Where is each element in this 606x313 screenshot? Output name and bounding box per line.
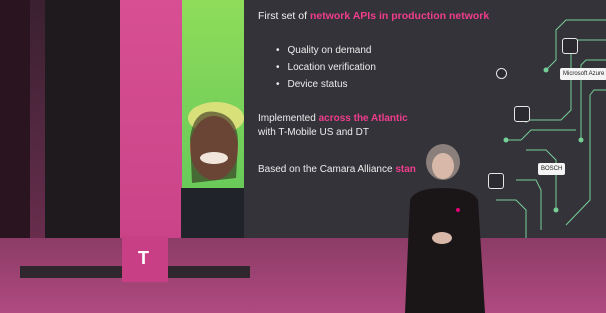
partner-label-bosch: BOSCH <box>538 163 566 175</box>
feature-item: Device status <box>276 76 376 93</box>
based-prefix: Based on the Camara Alliance <box>258 164 396 175</box>
partner-label-microsoft: Microsoft Azure <box>560 68 606 80</box>
slide-title: First set of network APIs in production … <box>258 10 489 22</box>
t-logo-icon: T <box>138 248 149 268</box>
implemented-text: Implemented across the Atlantic with T-M… <box>258 112 408 140</box>
background-person-photo <box>181 102 246 248</box>
slide-title-prefix: First set of <box>258 10 310 22</box>
circuit-diagram <box>496 19 606 238</box>
slide-title-highlight: network APIs in production network <box>309 10 490 22</box>
implemented-highlight: across the Atlantic <box>318 113 408 124</box>
feature-list: Quality on demand Location verification … <box>276 42 376 93</box>
node-icon <box>496 68 507 79</box>
feature-item: Location verification <box>276 59 376 76</box>
feature-item: Quality on demand <box>276 42 376 59</box>
link-icon <box>562 38 578 54</box>
speaker-figure <box>405 144 485 313</box>
implemented-line2: with T-Mobile US and DT <box>258 127 369 138</box>
event-photo: First set of network APIs in production … <box>0 0 606 313</box>
based-on-text: Based on the Camara Alliance stan <box>258 163 416 177</box>
server-icon <box>514 106 530 122</box>
implemented-prefix: Implemented <box>258 113 319 124</box>
